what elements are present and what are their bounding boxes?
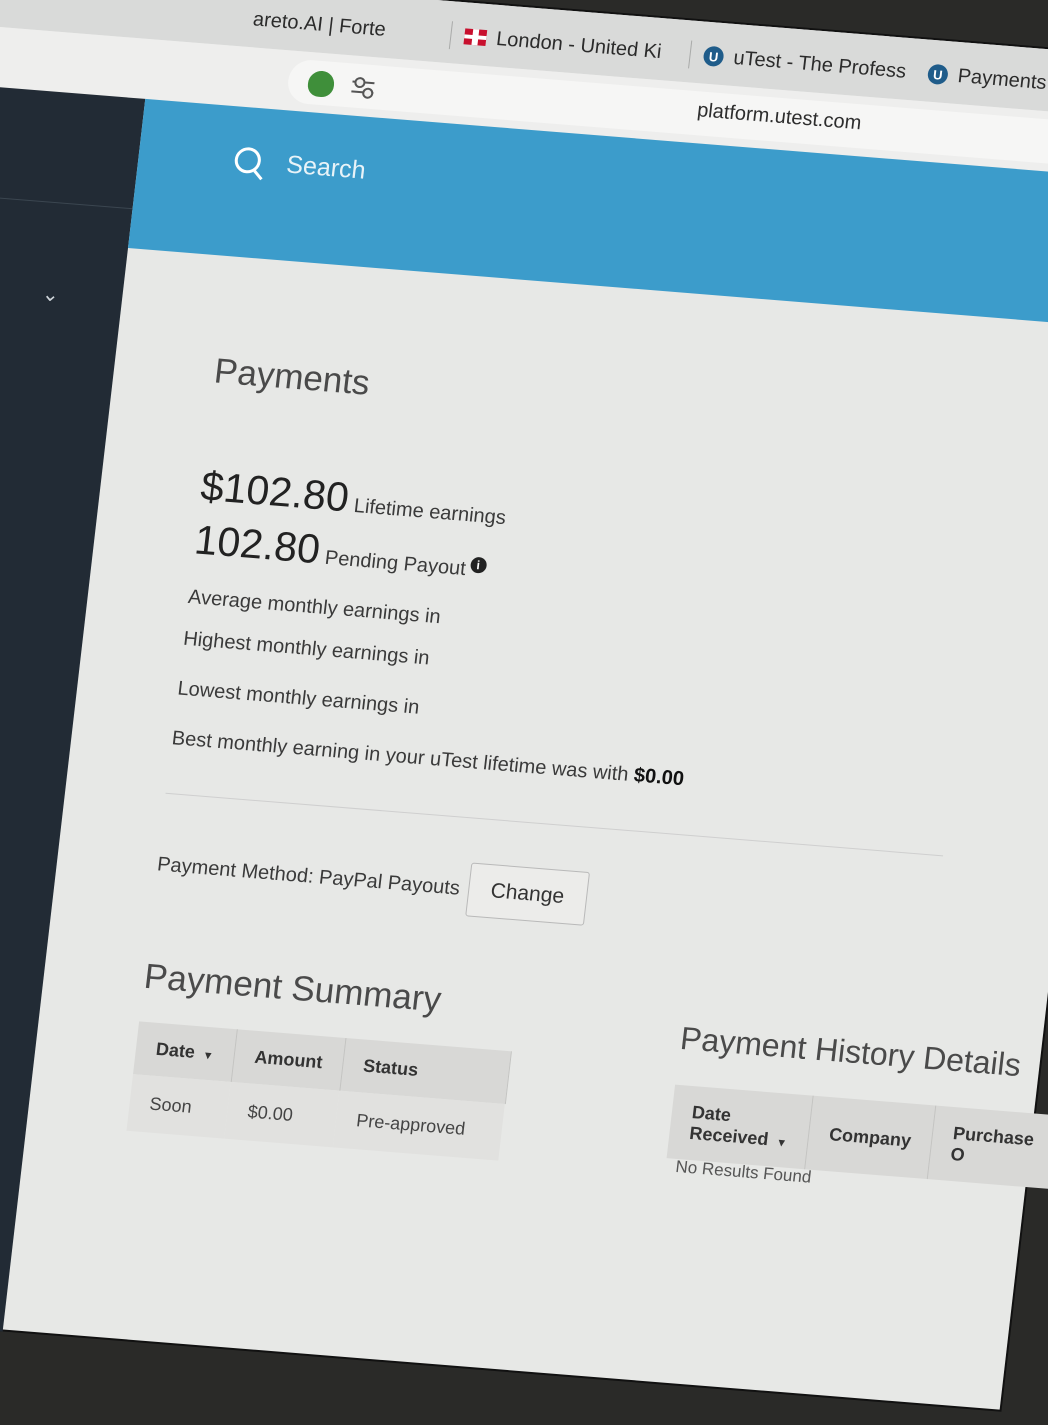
tab-london[interactable]: London - United Ki [448,16,664,72]
utest-icon: U [702,45,725,68]
column-header-company[interactable]: Company [804,1095,936,1180]
lowest-monthly: Lowest monthly earnings in [176,677,421,719]
column-header-date[interactable]: Date ▼ [133,1021,238,1082]
tab-separator [688,40,693,69]
tab-utest[interactable]: U uTest - The Profess [688,36,908,92]
tab-label: uTest - The Profess [732,46,908,83]
payment-summary-table: Date ▼ Amount Status Soon $0.00 Pre-appro… [126,1021,512,1161]
cell-amount: $0.00 [224,1081,340,1148]
payment-summary-title: Payment Summary [142,956,444,1020]
tab-areto[interactable]: areto.AI | Forte [251,0,388,50]
search-icon[interactable] [233,146,263,175]
payment-history-title: Payment History Details [678,1019,1023,1084]
info-icon[interactable]: i [469,556,488,574]
tab-label: Payments [956,64,1048,94]
sort-caret-icon: ▼ [201,1049,215,1063]
column-header-amount[interactable]: Amount [231,1029,346,1091]
chevron-down-icon[interactable]: ⌄ [41,281,61,307]
tab-label: areto.AI | Forte [251,7,387,41]
uk-flag-icon [463,28,488,47]
best-monthly: Best monthly earning in your uTest lifet… [171,727,686,791]
sort-caret-icon: ▼ [775,1136,788,1150]
payment-method: Payment Method: PayPal Payouts Change [154,838,591,926]
lifetime-amount: $102.80 [198,462,352,521]
screen: areto.AI | Forte London - United Ki U uT… [0,0,1048,1410]
column-header-purchase-order[interactable]: Purchase O [927,1105,1048,1189]
main-content: Payments $102.80Lifetime earnings 102.80… [2,248,1048,1422]
pending-label: Pending Payout [323,546,468,581]
tab-payments[interactable]: U Payments [926,54,1048,103]
page-title: Payments [212,351,372,403]
tab-label: London - United Ki [495,27,663,63]
lifetime-label: Lifetime earnings [352,495,508,530]
site-settings-icon[interactable] [351,76,375,100]
tab-separator [448,21,454,50]
average-monthly: Average monthly earnings in [186,586,442,629]
payment-method-label: Payment Method: PayPal Payouts [156,852,462,900]
utest-icon: U [926,63,949,86]
chevron-down-icon[interactable]: ⌄ [0,532,1,558]
change-button[interactable]: Change [464,862,591,926]
sidebar-divider [0,190,133,210]
pending-amount: 102.80 [192,516,323,573]
cell-status: Pre-approved [333,1090,506,1161]
highest-monthly: Highest monthly earnings in [182,627,431,670]
column-header-date-received[interactable]: Date Received ▼ [666,1084,814,1170]
best-monthly-value: $0.00 [632,764,686,791]
cell-date: Soon [126,1074,232,1139]
best-monthly-text: Best monthly earning in your uTest lifet… [170,727,630,786]
search-input[interactable]: Search [285,151,367,186]
